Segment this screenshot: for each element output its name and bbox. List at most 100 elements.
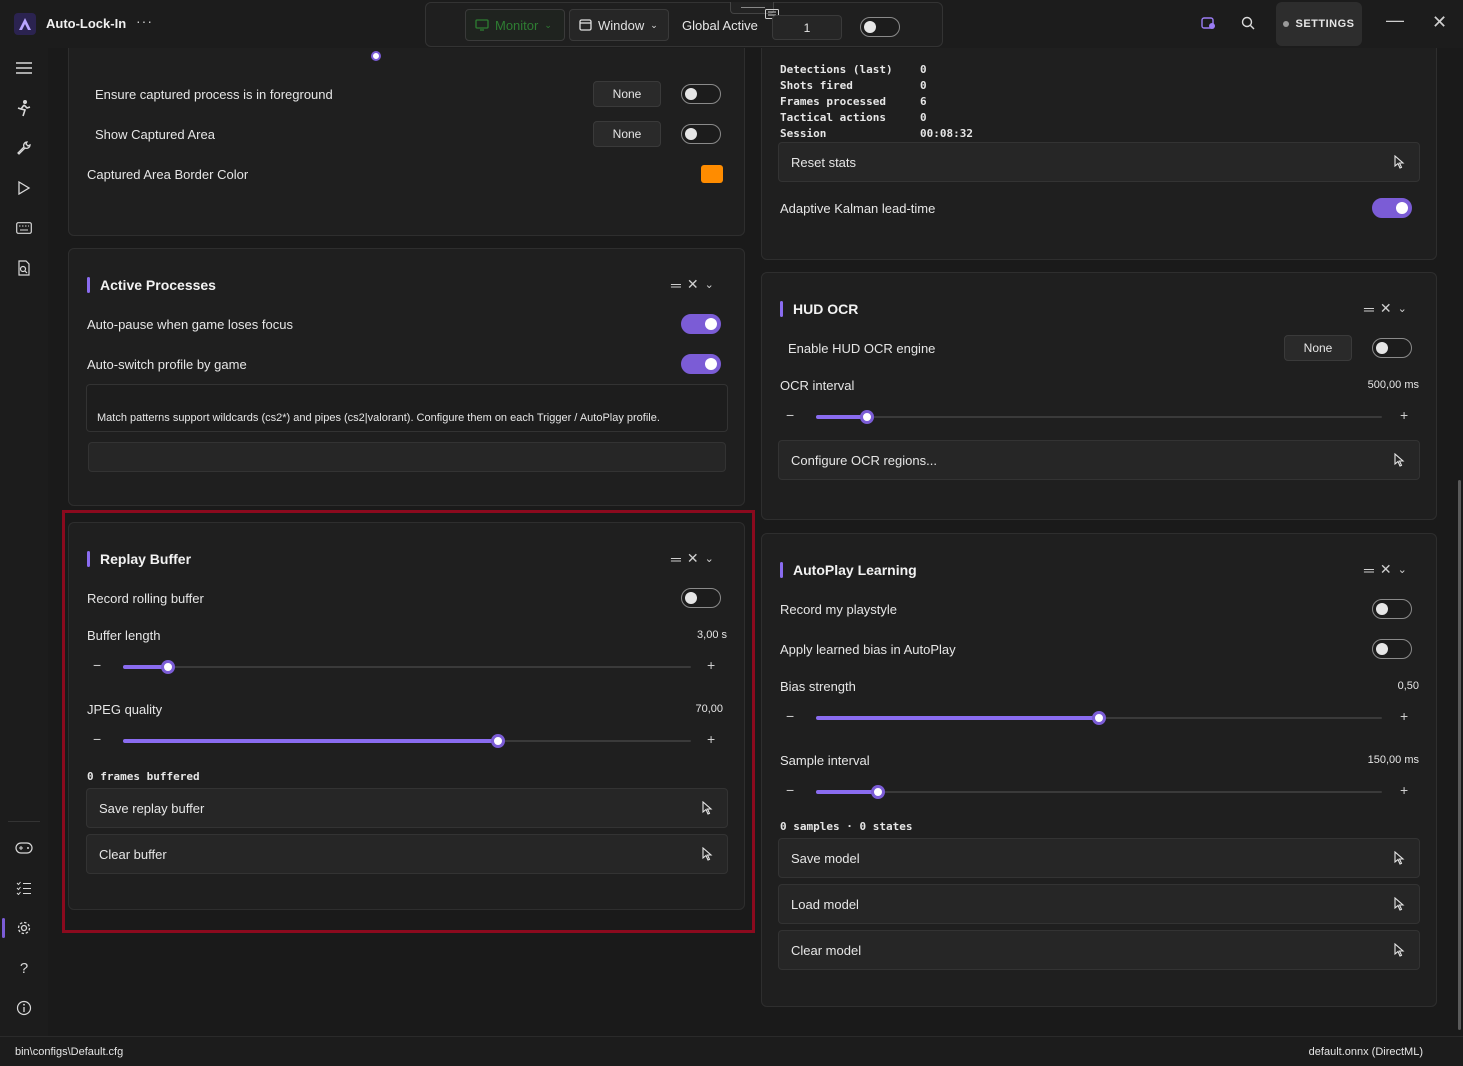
show-area-toggle[interactable]: [681, 124, 721, 144]
increment-icon[interactable]: +: [1400, 407, 1408, 423]
auto-switch-toggle[interactable]: [681, 354, 721, 374]
slider-thumb[interactable]: [859, 410, 874, 424]
title-bar: Auto-Lock-In ··· Monitor ⌄ Window ⌄ Glob…: [0, 0, 1463, 48]
global-active-toggle[interactable]: [860, 17, 900, 37]
status-bar: bin\configs\Default.cfg default.onnx (Di…: [0, 1036, 1463, 1066]
border-color-swatch[interactable]: [701, 165, 723, 183]
drag-handle-icon[interactable]: ═: [1364, 562, 1374, 578]
sample-interval-label: Sample interval: [780, 753, 870, 768]
stat-row: Session 00:08:32: [780, 126, 973, 142]
cursor-icon: [1394, 155, 1405, 169]
scrollbar[interactable]: [1458, 480, 1461, 1030]
gamepad-icon[interactable]: [14, 838, 34, 858]
stat-row: Shots fired 0: [780, 78, 973, 94]
hamburger-menu-icon[interactable]: [14, 58, 34, 78]
info-icon[interactable]: [14, 998, 34, 1018]
drag-handle-icon[interactable]: ═: [1364, 301, 1374, 317]
auto-pause-toggle[interactable]: [681, 314, 721, 334]
slider-thumb[interactable]: [371, 51, 381, 61]
increment-icon[interactable]: +: [1400, 782, 1408, 798]
stat-label: Tactical actions: [780, 111, 886, 124]
cursor-icon: [1394, 897, 1405, 911]
load-model-label: Load model: [791, 896, 859, 912]
settings-button[interactable]: SETTINGS: [1276, 2, 1362, 46]
bias-strength-slider[interactable]: − +: [786, 708, 1416, 728]
configure-ocr-button[interactable]: Configure OCR regions...: [778, 440, 1420, 480]
chevron-down-icon[interactable]: ⌄: [1398, 302, 1407, 315]
section-header: AutoPlay Learning: [780, 562, 917, 578]
chevron-down-icon: ⌄: [650, 19, 658, 30]
bias-strength-label: Bias strength: [780, 679, 856, 694]
record-playstyle-toggle[interactable]: [1372, 599, 1412, 619]
show-area-hotkey-button[interactable]: None: [593, 121, 661, 147]
kalman-toggle[interactable]: [1372, 198, 1412, 218]
close-icon[interactable]: ✕: [1380, 300, 1392, 317]
active-processes-card: Active Processes ═ ✕ ⌄ Auto-pause when g…: [68, 248, 745, 506]
samples-summary-text: 0 samples · 0 states: [780, 820, 913, 833]
section-accent-bar: [87, 277, 90, 293]
stat-label: Frames processed: [780, 95, 886, 108]
stat-value: 00:08:32: [920, 127, 973, 140]
stat-row: Detections (last) 0: [780, 62, 973, 78]
slider-thumb[interactable]: [871, 785, 886, 799]
chevron-down-icon[interactable]: ⌄: [1398, 563, 1407, 576]
ocr-interval-slider[interactable]: − +: [786, 407, 1416, 427]
stat-label: Detections (last): [780, 63, 893, 76]
search-icon[interactable]: [1240, 15, 1256, 31]
help-icon[interactable]: ?: [14, 958, 34, 978]
section-actions: ═ ✕ ⌄: [671, 276, 714, 293]
checklist-icon[interactable]: [14, 878, 34, 898]
file-search-icon[interactable]: [14, 258, 34, 278]
section-title: HUD OCR: [793, 301, 859, 317]
global-active-label: Global Active: [682, 18, 758, 33]
ensure-foreground-toggle[interactable]: [681, 84, 721, 104]
enable-ocr-label: Enable HUD OCR engine: [788, 341, 936, 356]
cursor-icon: [1394, 851, 1405, 865]
window-button[interactable]: Window ⌄: [569, 9, 669, 41]
clear-model-button[interactable]: Clear model: [778, 930, 1420, 970]
border-color-label: Captured Area Border Color: [87, 167, 249, 182]
notification-icon[interactable]: [1200, 15, 1216, 31]
chevron-down-icon[interactable]: ⌄: [705, 278, 714, 291]
ensure-foreground-hotkey-button[interactable]: None: [593, 81, 661, 107]
save-model-button[interactable]: Save model: [778, 838, 1420, 878]
play-icon[interactable]: [14, 178, 34, 198]
process-pattern-input[interactable]: [88, 442, 726, 472]
load-model-button[interactable]: Load model: [778, 884, 1420, 924]
running-person-icon[interactable]: [14, 98, 34, 118]
stat-row: Frames processed 6: [780, 94, 973, 110]
gear-icon[interactable]: [14, 918, 34, 938]
close-button[interactable]: ✕: [1432, 12, 1447, 33]
close-icon[interactable]: ✕: [1380, 561, 1392, 578]
apply-bias-label: Apply learned bias in AutoPlay: [780, 642, 956, 657]
window-icon: [579, 19, 592, 31]
decrement-icon[interactable]: −: [786, 782, 794, 798]
more-options-button[interactable]: ···: [136, 13, 153, 29]
slider-thumb[interactable]: [1092, 711, 1106, 725]
close-icon[interactable]: ✕: [687, 276, 699, 293]
wrench-icon[interactable]: [14, 138, 34, 158]
decrement-icon[interactable]: −: [786, 708, 794, 724]
decrement-icon[interactable]: −: [786, 407, 794, 423]
slider-fill: [816, 716, 1099, 720]
sample-interval-slider[interactable]: − +: [786, 782, 1416, 802]
drag-handle-icon[interactable]: ═: [671, 277, 681, 293]
stat-value: 0: [920, 79, 927, 92]
enable-ocr-toggle[interactable]: [1372, 338, 1412, 358]
keyboard-icon[interactable]: [14, 218, 34, 238]
window-label: Window: [598, 17, 645, 33]
slider-track: [816, 416, 1382, 418]
increment-icon[interactable]: +: [1400, 708, 1408, 724]
apply-bias-toggle[interactable]: [1372, 639, 1412, 659]
reset-stats-button[interactable]: Reset stats: [778, 142, 1420, 182]
monitor-icon: [475, 19, 489, 31]
monitor-label: Monitor: [495, 17, 539, 33]
global-active-value[interactable]: 1: [772, 15, 842, 40]
minimize-button[interactable]: —: [1386, 10, 1404, 31]
model-info: default.onnx (DirectML): [1308, 1046, 1423, 1058]
section-accent-bar: [780, 301, 783, 317]
enable-ocr-hotkey-button[interactable]: None: [1284, 335, 1352, 361]
section-header: HUD OCR: [780, 301, 858, 317]
monitor-button[interactable]: Monitor ⌄: [465, 9, 565, 41]
auto-switch-label: Auto-switch profile by game: [87, 357, 247, 372]
